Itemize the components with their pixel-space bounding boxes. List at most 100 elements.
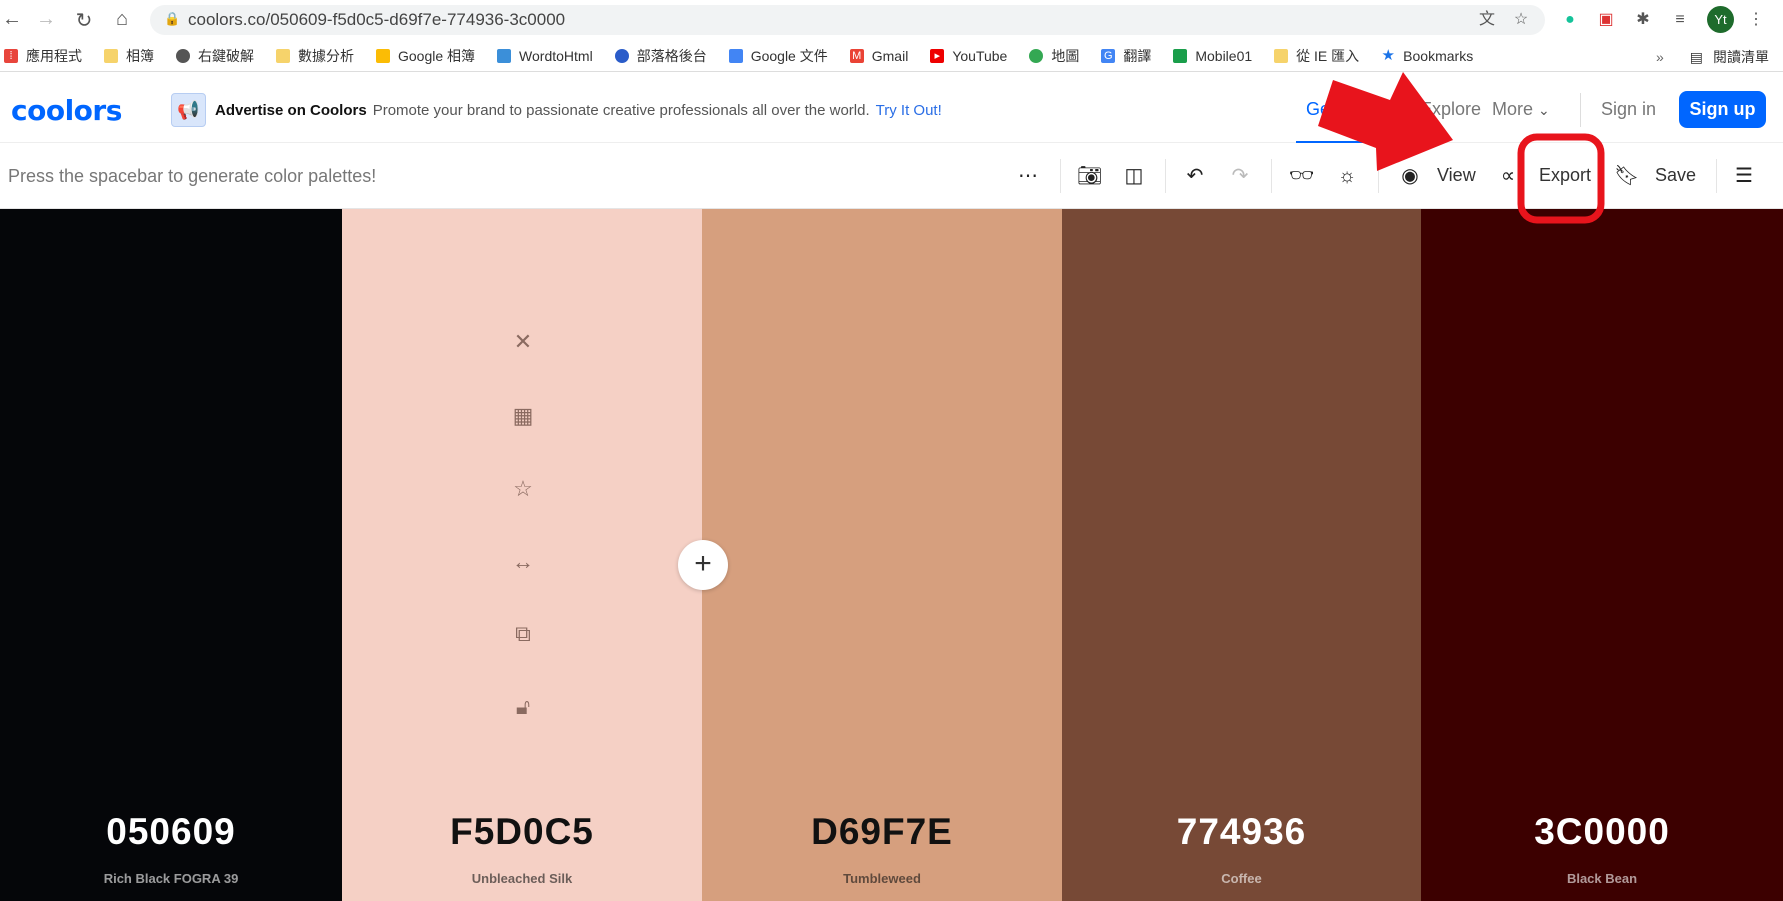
color-name[interactable]: Black Bean xyxy=(1421,871,1783,886)
youtube-icon: ▸ xyxy=(930,48,945,63)
hex-code[interactable]: 050609 xyxy=(0,811,342,853)
glasses-icon[interactable]: 👓︎ xyxy=(1289,163,1314,189)
color-name[interactable]: Unbleached Silk xyxy=(342,871,702,886)
bookmark-item[interactable]: Google 文件 xyxy=(728,46,828,66)
hex-code[interactable]: D69F7E xyxy=(702,811,1062,853)
bookmark-item[interactable]: ▸ YouTube xyxy=(930,48,1007,64)
save-button[interactable]: Save xyxy=(1655,165,1696,186)
browser-toolbar: ← → ↻ ⌂ 🔒 coolors.co/050609-f5d0c5-d69f7e… xyxy=(0,0,1783,40)
apps-icon: ⁞ xyxy=(4,48,18,63)
wordtohtml-icon xyxy=(497,48,512,63)
divider xyxy=(1580,93,1581,127)
share-icon[interactable]: ∝ xyxy=(1497,163,1519,189)
more-bookmarks-chevron[interactable]: » xyxy=(1656,49,1664,65)
bookmark-item[interactable]: WordtoHtml xyxy=(497,48,593,64)
lock-icon: 🔒 xyxy=(164,11,181,26)
color-swatch[interactable]: 050609 Rich Black FOGRA 39 xyxy=(0,209,342,901)
forward-icon[interactable]: → xyxy=(34,8,58,31)
hex-code[interactable]: 3C0000 xyxy=(1421,811,1783,853)
unlock-icon[interactable]: 🔓︎ xyxy=(508,692,538,722)
bookmark-item[interactable]: 相簿 xyxy=(104,46,154,66)
url-text: coolors.co/050609-f5d0c5-d69f7e-774936-3… xyxy=(188,10,566,29)
site-header: coolors 📢 Advertise on Coolors Promote yo… xyxy=(0,77,1783,143)
bookmark-item[interactable]: ★ Bookmarks xyxy=(1381,48,1473,64)
media-icon[interactable]: ≡ xyxy=(1668,8,1692,32)
spacebar-hint: Press the spacebar to generate color pal… xyxy=(8,166,377,186)
bookmark-item[interactable]: 部落格後台 xyxy=(614,46,707,66)
bookmark-item[interactable]: G 翻譯 xyxy=(1101,46,1151,66)
remove-icon[interactable]: ✕ xyxy=(508,327,538,357)
google-docs-icon xyxy=(728,48,743,63)
globe-icon xyxy=(176,48,190,63)
bookmark-item[interactable]: ⁞ 應用程式 xyxy=(4,46,82,66)
generator-toolbar: Press the spacebar to generate color pal… xyxy=(0,143,1783,209)
folder-icon xyxy=(1274,48,1289,63)
color-swatch[interactable]: 3C0000 Black Bean xyxy=(1421,209,1783,901)
home-icon[interactable]: ⌂ xyxy=(110,8,134,31)
translate-icon[interactable]: 文 xyxy=(1475,8,1499,32)
hex-code[interactable]: 774936 xyxy=(1062,811,1421,853)
folder-icon xyxy=(276,48,290,63)
bookmark-item[interactable]: 數據分析 xyxy=(276,46,354,66)
try-it-out-link[interactable]: Try It Out! xyxy=(876,102,942,119)
favorite-star-icon[interactable]: ☆ xyxy=(508,474,538,504)
gmail-icon: M xyxy=(849,48,864,63)
star-icon: ★ xyxy=(1381,46,1395,64)
sun-icon[interactable]: ☼ xyxy=(1335,163,1359,189)
ad-banner: Advertise on Coolors Promote your brand t… xyxy=(215,102,942,119)
nav-more[interactable]: More ⌄ xyxy=(1492,99,1550,120)
nav-generate[interactable]: Generate xyxy=(1296,99,1392,143)
bookmark-item[interactable]: M Gmail xyxy=(849,48,908,64)
back-icon[interactable]: ← xyxy=(0,8,24,31)
panel-icon[interactable]: ◫ xyxy=(1122,163,1146,189)
blogger-icon xyxy=(614,48,629,63)
color-palette: 050609 Rich Black FOGRA 39 ✕ ▦ ☆ ↔ ⧉ 🔓︎ F… xyxy=(0,209,1783,901)
redo-icon[interactable]: ↷ xyxy=(1228,163,1252,189)
hamburger-menu-icon[interactable]: ☰ xyxy=(1732,163,1756,189)
camera-icon[interactable]: 📷︎ xyxy=(1077,163,1102,189)
coolors-logo[interactable]: coolors xyxy=(11,94,122,127)
bookmark-item[interactable]: 從 IE 匯入 xyxy=(1274,46,1359,66)
reading-list[interactable]: » ▤ 閱讀清單 xyxy=(1656,47,1769,67)
export-button[interactable]: Export xyxy=(1539,165,1591,186)
bookmarks-bar: ⁞ 應用程式 相簿 右鍵破解 數據分析 Google 相簿 WordtoHtml … xyxy=(0,40,1783,72)
mobile01-icon xyxy=(1173,48,1188,63)
reload-icon[interactable]: ↻ xyxy=(72,8,96,33)
shades-grid-icon[interactable]: ▦ xyxy=(508,401,538,431)
chevron-down-icon: ⌄ xyxy=(1538,102,1550,118)
more-options-icon[interactable]: ⋯ xyxy=(1016,163,1040,189)
color-name[interactable]: Tumbleweed xyxy=(702,871,1062,886)
sign-in-link[interactable]: Sign in xyxy=(1601,99,1656,120)
megaphone-icon: 📢 xyxy=(171,93,206,127)
grammarly-icon[interactable]: ● xyxy=(1558,8,1582,32)
extension-icon[interactable]: ▣ xyxy=(1594,8,1618,32)
hex-code[interactable]: F5D0C5 xyxy=(342,811,702,853)
bookmark-item[interactable]: 右鍵破解 xyxy=(176,46,254,66)
avatar[interactable]: Yt xyxy=(1707,6,1734,33)
star-icon[interactable]: ☆ xyxy=(1509,8,1533,32)
color-swatch[interactable]: ✕ ▦ ☆ ↔ ⧉ 🔓︎ F5D0C5 Unbleached Silk xyxy=(342,209,702,901)
kebab-menu-icon[interactable]: ⋮ xyxy=(1744,8,1768,32)
view-button[interactable]: View xyxy=(1437,165,1476,186)
bookmark-item[interactable]: Google 相簿 xyxy=(376,46,475,66)
color-swatch[interactable]: D69F7E Tumbleweed xyxy=(702,209,1062,901)
reading-list-icon: ▤ xyxy=(1689,49,1703,65)
maps-icon xyxy=(1029,48,1044,63)
google-photos-icon xyxy=(376,48,390,63)
undo-icon[interactable]: ↶ xyxy=(1183,163,1207,189)
color-name[interactable]: Rich Black FOGRA 39 xyxy=(0,871,342,886)
sign-up-button[interactable]: Sign up xyxy=(1679,91,1766,128)
divider xyxy=(1271,159,1272,193)
bookmark-item[interactable]: 地圖 xyxy=(1029,46,1079,66)
copy-icon[interactable]: ⧉ xyxy=(508,619,538,649)
eye-icon[interactable]: ◉ xyxy=(1398,163,1422,189)
puzzle-icon[interactable]: ✱ xyxy=(1631,8,1655,32)
color-swatch[interactable]: 774936 Coffee xyxy=(1062,209,1421,901)
bookmark-item[interactable]: Mobile01 xyxy=(1173,48,1252,64)
drag-arrows-icon[interactable]: ↔ xyxy=(508,547,538,577)
bookmark-icon[interactable]: 🔖︎ xyxy=(1614,163,1639,189)
nav-explore[interactable]: Explore xyxy=(1420,99,1481,120)
color-name[interactable]: Coffee xyxy=(1062,871,1421,886)
address-bar[interactable]: 🔒 coolors.co/050609-f5d0c5-d69f7e-774936-… xyxy=(150,5,1545,35)
add-color-button[interactable]: + xyxy=(678,540,728,590)
